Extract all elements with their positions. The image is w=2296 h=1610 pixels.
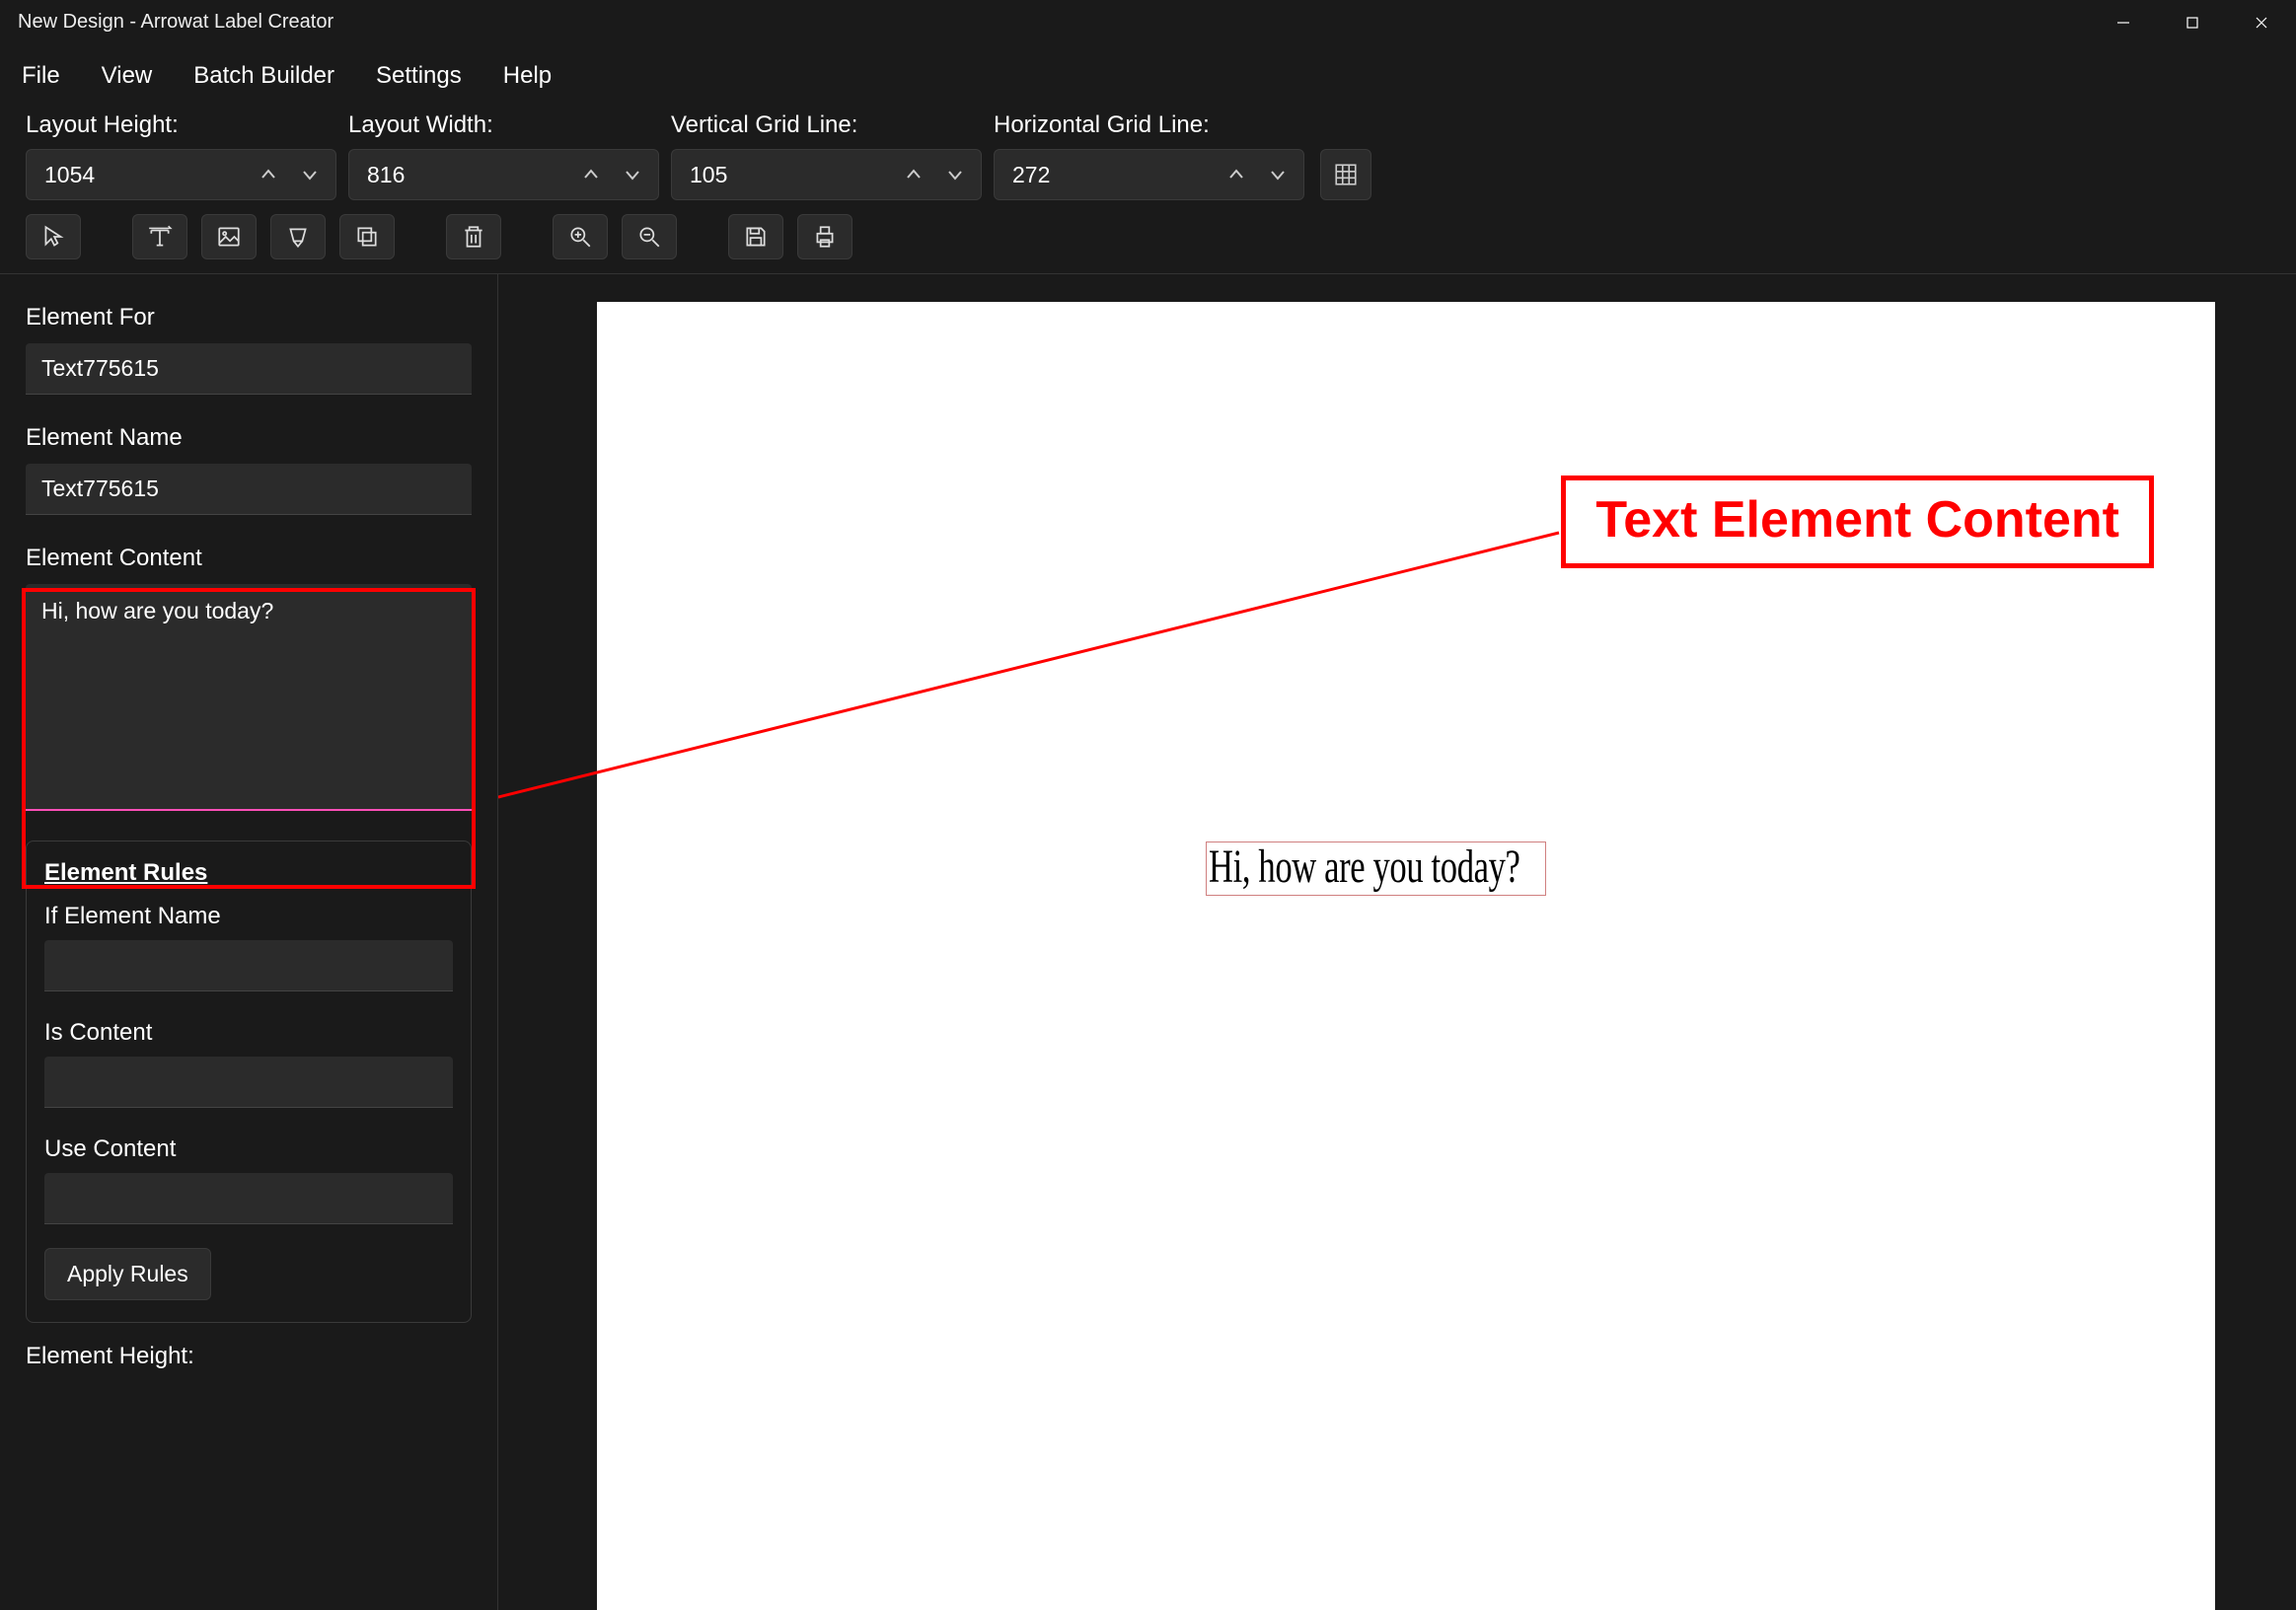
chevron-down-icon[interactable] bbox=[621, 163, 644, 186]
hgrid-value: 272 bbox=[1012, 162, 1219, 188]
config-row: Layout Height: 1054 Layout Width: 816 Ve… bbox=[0, 111, 2296, 214]
chevron-down-icon[interactable] bbox=[298, 163, 322, 186]
chevron-up-icon[interactable] bbox=[257, 163, 280, 186]
properties-sidebar: Element For Element Name Element Content… bbox=[0, 274, 498, 1610]
copy-tool[interactable] bbox=[339, 214, 395, 259]
hgrid-spinner[interactable]: 272 bbox=[994, 149, 1304, 200]
layout-width-label: Layout Width: bbox=[348, 111, 659, 139]
element-name-input[interactable] bbox=[26, 464, 472, 515]
print-icon bbox=[812, 224, 838, 250]
layout-height-label: Layout Height: bbox=[26, 111, 336, 139]
apply-rules-button[interactable]: Apply Rules bbox=[44, 1248, 211, 1300]
canvas-text-element[interactable]: Hi, how are you today? bbox=[1209, 840, 1520, 894]
image-icon bbox=[216, 224, 242, 250]
shape-tool[interactable] bbox=[270, 214, 326, 259]
toolbar bbox=[0, 214, 2296, 273]
image-tool[interactable] bbox=[201, 214, 257, 259]
zoom-in-tool[interactable] bbox=[553, 214, 608, 259]
layout-height-field: Layout Height: 1054 bbox=[26, 111, 336, 200]
window-title: New Design - Arrowat Label Creator bbox=[18, 11, 333, 34]
element-rules-title: Element Rules bbox=[44, 859, 453, 887]
menu-help[interactable]: Help bbox=[503, 62, 552, 90]
menu-settings[interactable]: Settings bbox=[376, 62, 462, 90]
layout-width-spinner[interactable]: 816 bbox=[348, 149, 659, 200]
trash-icon bbox=[461, 224, 486, 250]
element-for-input[interactable] bbox=[26, 343, 472, 395]
cursor-icon bbox=[40, 224, 66, 250]
use-content-input[interactable] bbox=[44, 1173, 453, 1224]
save-icon bbox=[743, 224, 769, 250]
window-controls bbox=[2089, 0, 2296, 44]
is-content-input[interactable] bbox=[44, 1057, 453, 1108]
vgrid-label: Vertical Grid Line: bbox=[671, 111, 982, 139]
zoom-out-tool[interactable] bbox=[622, 214, 677, 259]
hgrid-field: Horizontal Grid Line: 272 bbox=[994, 111, 1304, 200]
layout-height-value: 1054 bbox=[44, 162, 251, 188]
save-tool[interactable] bbox=[728, 214, 783, 259]
element-height-label: Element Height: bbox=[26, 1343, 472, 1370]
chevron-up-icon[interactable] bbox=[1224, 163, 1248, 186]
main-area: Element For Element Name Element Content… bbox=[0, 273, 2296, 1610]
text-tool[interactable] bbox=[132, 214, 187, 259]
titlebar: New Design - Arrowat Label Creator bbox=[0, 0, 2296, 44]
element-name-label: Element Name bbox=[26, 424, 472, 452]
if-element-name-label: If Element Name bbox=[44, 903, 453, 930]
element-content-input[interactable] bbox=[26, 584, 472, 811]
layout-width-value: 816 bbox=[367, 162, 573, 188]
menu-file[interactable]: File bbox=[22, 62, 60, 90]
grid-toggle-button[interactable] bbox=[1320, 149, 1371, 200]
annotation-label: Text Element Content bbox=[1595, 490, 2119, 549]
text-icon bbox=[147, 224, 173, 250]
bucket-icon bbox=[285, 224, 311, 250]
element-for-label: Element For bbox=[26, 304, 472, 331]
hgrid-label: Horizontal Grid Line: bbox=[994, 111, 1304, 139]
grid-icon bbox=[1333, 162, 1359, 187]
cursor-tool[interactable] bbox=[26, 214, 81, 259]
minimize-button[interactable] bbox=[2089, 0, 2158, 44]
layout-width-field: Layout Width: 816 bbox=[348, 111, 659, 200]
maximize-button[interactable] bbox=[2158, 0, 2227, 44]
vgrid-spinner[interactable]: 105 bbox=[671, 149, 982, 200]
use-content-label: Use Content bbox=[44, 1135, 453, 1163]
copy-icon bbox=[354, 224, 380, 250]
delete-tool[interactable] bbox=[446, 214, 501, 259]
chevron-up-icon[interactable] bbox=[579, 163, 603, 186]
vgrid-field: Vertical Grid Line: 105 bbox=[671, 111, 982, 200]
chevron-up-icon[interactable] bbox=[902, 163, 926, 186]
zoom-out-icon bbox=[636, 224, 662, 250]
is-content-label: Is Content bbox=[44, 1019, 453, 1047]
close-button[interactable] bbox=[2227, 0, 2296, 44]
menu-view[interactable]: View bbox=[102, 62, 153, 90]
chevron-down-icon[interactable] bbox=[1266, 163, 1290, 186]
app-window: New Design - Arrowat Label Creator File … bbox=[0, 0, 2296, 1610]
element-rules-panel: Element Rules If Element Name Is Content… bbox=[26, 841, 472, 1323]
element-content-label: Element Content bbox=[26, 545, 472, 572]
print-tool[interactable] bbox=[797, 214, 852, 259]
chevron-down-icon[interactable] bbox=[943, 163, 967, 186]
zoom-in-icon bbox=[567, 224, 593, 250]
if-element-name-input[interactable] bbox=[44, 940, 453, 991]
canvas-area: Hi, how are you today? Text Element Cont… bbox=[498, 274, 2296, 1610]
vgrid-value: 105 bbox=[690, 162, 896, 188]
layout-height-spinner[interactable]: 1054 bbox=[26, 149, 336, 200]
menubar: File View Batch Builder Settings Help bbox=[0, 44, 2296, 111]
menu-batch-builder[interactable]: Batch Builder bbox=[193, 62, 334, 90]
annotation-callout: Text Element Content bbox=[1561, 476, 2154, 568]
